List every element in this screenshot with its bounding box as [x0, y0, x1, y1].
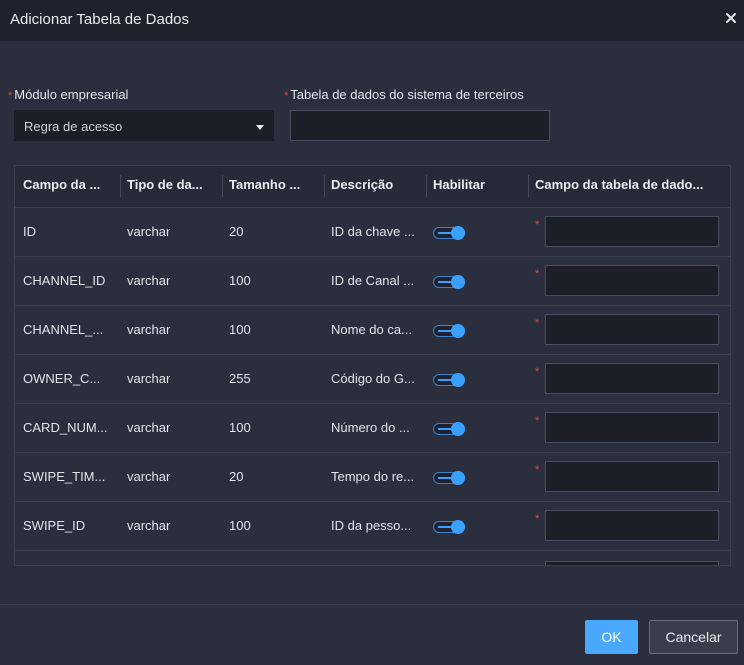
toggle-track-line — [438, 526, 452, 528]
cell-size: 255 — [229, 371, 251, 386]
target-field-input[interactable] — [545, 461, 719, 492]
table-row: SWIPE_TIM... varchar 20 Tempo do re... * — [15, 453, 730, 502]
third-party-table-input[interactable] — [290, 110, 550, 141]
toggle-knob — [451, 422, 465, 436]
table-row: ID varchar 20 ID da chave ... * — [15, 208, 730, 257]
dialog-title: Adicionar Tabela de Dados — [10, 11, 190, 28]
module-select[interactable]: Regra de acesso — [14, 110, 274, 141]
cell-size: 100 — [229, 273, 251, 288]
table-row: CARD_NUM... varchar 100 Número do ... * — [15, 404, 730, 453]
cell-type: varchar — [127, 224, 171, 239]
cell-type: varchar — [127, 518, 171, 533]
target-field-input[interactable] — [545, 363, 719, 394]
target-field-input[interactable] — [545, 412, 719, 443]
cell-description: ID de Canal ... — [331, 273, 415, 288]
toggle-track-line — [438, 330, 452, 332]
third-party-label-wrap: * Tabela de dados do sistema de terceiros — [284, 87, 524, 102]
cell-field: CHANNEL_ID — [23, 273, 106, 288]
toggle-track-line — [438, 379, 452, 381]
cell-field: SWIPE_ID — [23, 518, 86, 533]
column-header-target-field: Campo da tabela de dado... — [535, 177, 704, 192]
table-header: Campo da ... Tipo de da... Tamanho ... D… — [15, 166, 730, 208]
cell-type: varchar — [127, 322, 171, 337]
table-row: CHANNEL_ID varchar 100 ID de Canal ... * — [15, 257, 730, 306]
enable-toggle[interactable] — [433, 422, 465, 436]
table-row: CHANNEL_... varchar 100 Nome do ca... * — [15, 306, 730, 355]
target-field-input[interactable] — [545, 265, 719, 296]
required-mark: * — [535, 513, 540, 525]
add-data-table-dialog: Adicionar Tabela de Dados * Módulo empres… — [0, 0, 744, 665]
cell-type: varchar — [127, 469, 171, 484]
required-mark: * — [8, 90, 13, 102]
module-select-value: Regra de acesso — [24, 119, 123, 134]
cell-field: SWIPE_TIM... — [23, 469, 106, 484]
cell-type: varchar — [127, 273, 171, 288]
toggle-track-line — [438, 477, 452, 479]
toggle-knob — [451, 226, 465, 240]
target-field-input[interactable] — [545, 216, 719, 247]
third-party-label: Tabela de dados do sistema de terceiros — [290, 87, 524, 102]
close-icon[interactable] — [723, 10, 739, 26]
cell-size: 20 — [229, 469, 244, 484]
table-row-partial — [15, 551, 730, 565]
enable-toggle[interactable] — [433, 275, 465, 289]
column-header-field: Campo da ... — [23, 177, 101, 192]
cell-description: Tempo do re... — [331, 469, 415, 484]
cell-description: Número do ... — [331, 420, 410, 435]
cell-size: 100 — [229, 518, 251, 533]
cell-size: 100 — [229, 322, 251, 337]
enable-toggle[interactable] — [433, 520, 465, 534]
cell-field: ID — [23, 224, 36, 239]
cell-field: OWNER_C... — [23, 371, 101, 386]
cell-description: Código do G... — [331, 371, 415, 386]
column-header-type: Tipo de da... — [127, 177, 203, 192]
toggle-knob — [451, 471, 465, 485]
enable-toggle[interactable] — [433, 324, 465, 338]
column-header-enable: Habilitar — [433, 177, 486, 192]
toggle-knob — [451, 520, 465, 534]
cell-type: varchar — [127, 420, 171, 435]
cell-field: CARD_NUM... — [23, 420, 108, 435]
required-mark: * — [284, 90, 289, 102]
enable-toggle[interactable] — [433, 471, 465, 485]
required-mark: * — [535, 219, 540, 231]
module-label-wrap: * Módulo empresarial — [8, 87, 128, 102]
required-mark: * — [535, 366, 540, 378]
enable-toggle[interactable] — [433, 226, 465, 240]
cell-description: ID da pesso... — [331, 518, 412, 533]
table-row: SWIPE_ID varchar 100 ID da pesso... * — [15, 502, 730, 551]
toggle-track-line — [438, 232, 452, 234]
cell-type: varchar — [127, 371, 171, 386]
cell-field: CHANNEL_... — [23, 322, 104, 337]
dialog-titlebar: Adicionar Tabela de Dados — [0, 0, 744, 41]
required-mark: * — [535, 268, 540, 280]
table-row: OWNER_C... varchar 255 Código do G... * — [15, 355, 730, 404]
cell-description: Nome do ca... — [331, 322, 412, 337]
required-mark: * — [535, 317, 540, 329]
toggle-knob — [451, 324, 465, 338]
required-mark: * — [535, 415, 540, 427]
target-field-input[interactable] — [545, 561, 719, 565]
module-label: Módulo empresarial — [14, 87, 129, 102]
enable-toggle[interactable] — [433, 373, 465, 387]
target-field-input[interactable] — [545, 510, 719, 541]
cancel-button[interactable]: Cancelar — [649, 620, 738, 654]
ok-button[interactable]: OK — [585, 620, 638, 654]
toggle-knob — [451, 275, 465, 289]
toggle-track-line — [438, 281, 452, 283]
cell-description: ID da chave ... — [331, 224, 415, 239]
footer-divider — [0, 604, 744, 605]
column-header-size: Tamanho ... — [229, 177, 301, 192]
toggle-knob — [451, 373, 465, 387]
column-header-description: Descrição — [331, 177, 394, 192]
target-field-input[interactable] — [545, 314, 719, 345]
caret-down-icon — [256, 125, 264, 130]
fields-table: Campo da ... Tipo de da... Tamanho ... D… — [14, 165, 731, 566]
cell-size: 100 — [229, 420, 251, 435]
cell-size: 20 — [229, 224, 244, 239]
required-mark: * — [535, 464, 540, 476]
toggle-track-line — [438, 428, 452, 430]
